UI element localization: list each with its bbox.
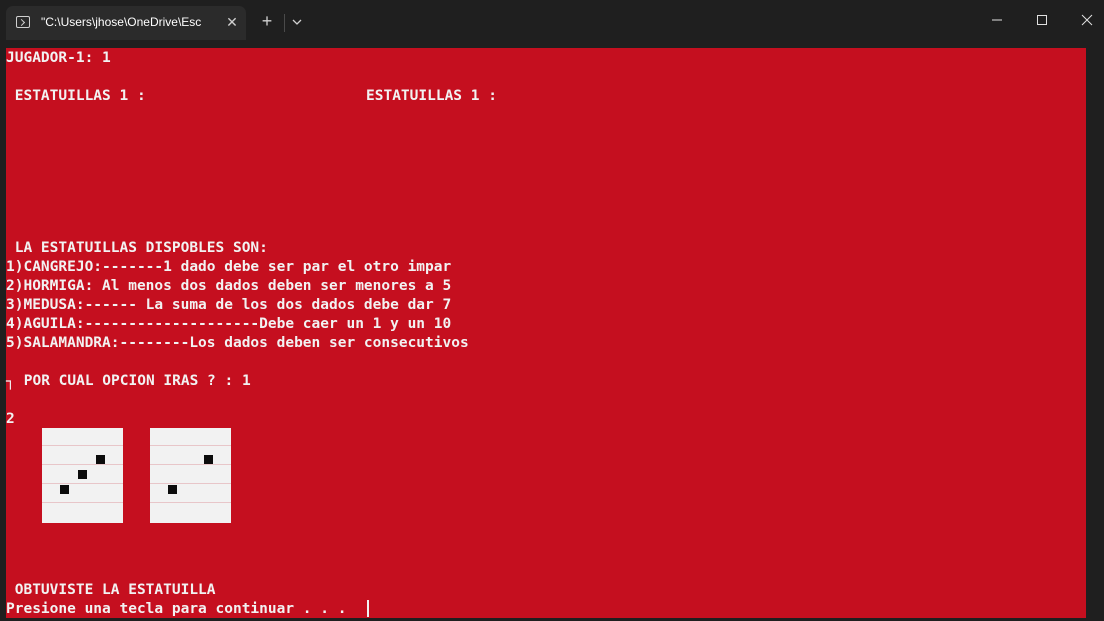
chevron-down-icon[interactable]	[289, 14, 305, 30]
maximize-icon[interactable]	[1019, 0, 1065, 40]
tab-title: "C:\Users\jhose\OneDrive\Esc	[41, 15, 202, 29]
die-rule	[42, 502, 123, 503]
die-pip	[60, 485, 69, 494]
terminal-icon	[16, 16, 30, 28]
title-bar: "C:\Users\jhose\OneDrive\Esc ✕ +	[0, 0, 1104, 46]
die-1	[42, 428, 123, 523]
available-heading: LA ESTATUILLAS DISPOBLES SON:	[6, 240, 268, 256]
die-pip	[168, 485, 177, 494]
die-rule	[150, 502, 231, 503]
option-line: 4)AGUILA:--------------------Debe caer u…	[6, 316, 452, 332]
scrollbar[interactable]	[1088, 48, 1098, 618]
die-rule	[42, 464, 123, 465]
prompt-marker: ┐	[6, 374, 15, 390]
player-line: JUGADOR-1: 1	[6, 50, 111, 66]
plus-icon[interactable]: +	[258, 12, 276, 30]
window-close-icon[interactable]	[1064, 0, 1104, 40]
roll-marker: 2	[6, 411, 15, 427]
statues-left: ESTATUILLAS 1 :	[6, 88, 146, 104]
die-rule	[150, 445, 231, 446]
minimize-icon[interactable]	[974, 0, 1020, 40]
text-cursor	[367, 600, 369, 617]
die-pip	[96, 455, 105, 464]
option-line: 5)SALAMANDRA:--------Los dados deben ser…	[6, 335, 469, 351]
option-line: 1)CANGREJO:-------1 dado debe ser par el…	[6, 259, 452, 275]
die-pip	[204, 455, 213, 464]
close-icon[interactable]: ✕	[223, 13, 241, 31]
option-line: 2)HORMIGA: Al menos dos dados deben ser …	[6, 278, 452, 294]
option-line: 3)MEDUSA:------ La suma de los dos dados…	[6, 297, 452, 313]
die-rule	[150, 483, 231, 484]
die-rule	[42, 483, 123, 484]
option-prompt: POR CUAL OPCION IRAS ? : 1	[15, 373, 251, 389]
continue-prompt: Presione una tecla para continuar . . .	[6, 601, 347, 617]
die-rule	[150, 464, 231, 465]
statues-right: ESTATUILLAS 1 :	[366, 88, 497, 104]
result-message: OBTUVISTE LA ESTATUILLA	[6, 582, 216, 598]
die-pip	[78, 470, 87, 479]
tab-divider	[284, 14, 285, 32]
console-output[interactable]: JUGADOR-1: 1 ESTATUILLAS 1 : ESTATUILLAS…	[6, 48, 1086, 618]
die-2	[150, 428, 231, 523]
die-rule	[42, 445, 123, 446]
terminal-tab[interactable]: "C:\Users\jhose\OneDrive\Esc ✕	[6, 6, 246, 40]
